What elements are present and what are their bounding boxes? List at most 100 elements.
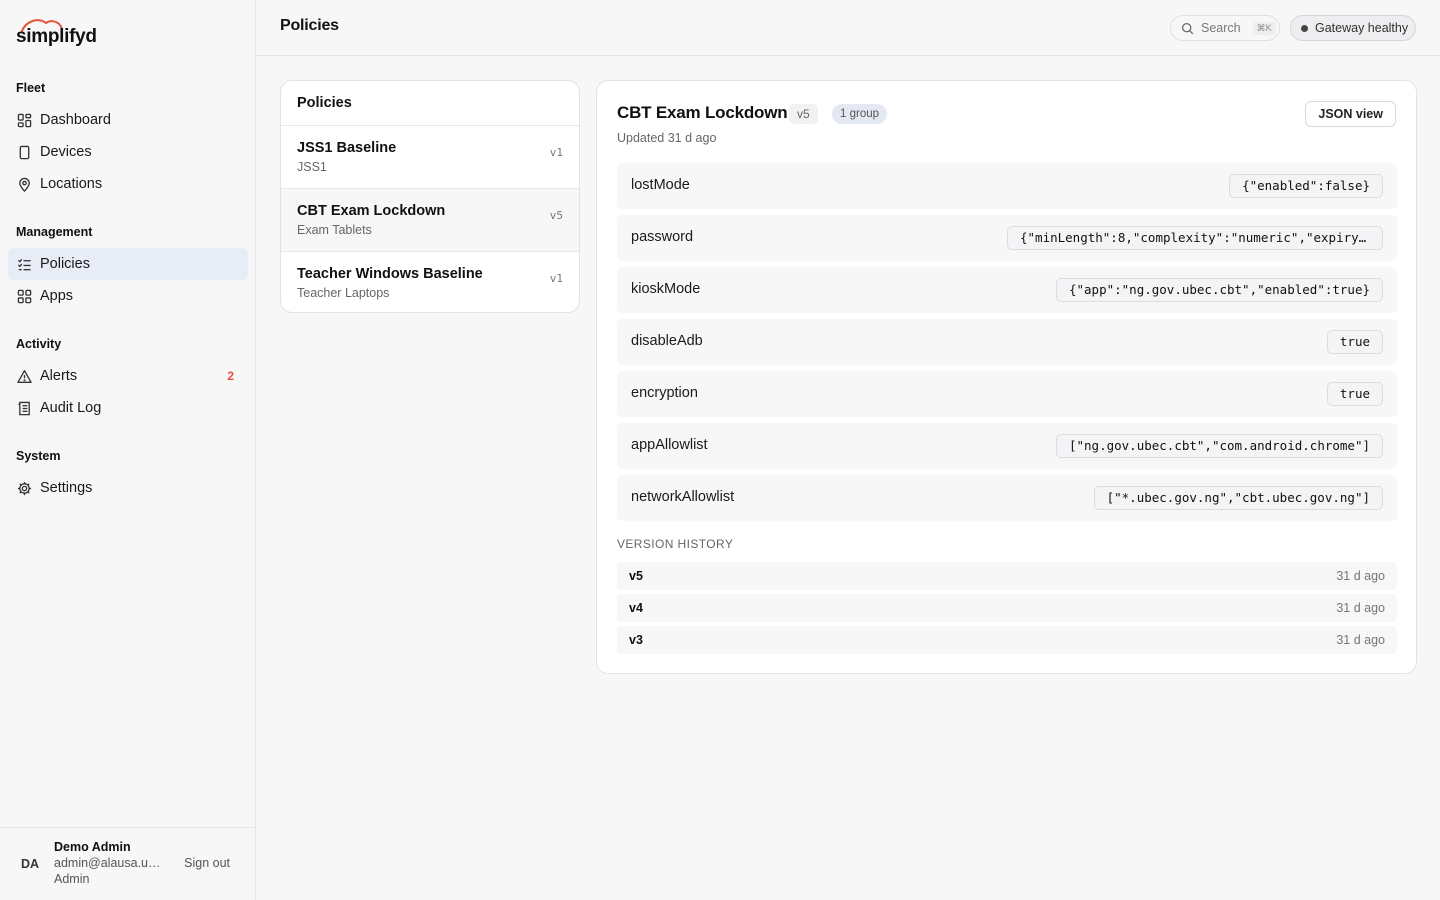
setting-key: networkAllowlist [631,489,735,505]
nav-heading: System [16,449,61,463]
setting-value: {"enabled":false} [1229,174,1383,198]
nav-heading: Fleet [16,81,46,95]
setting-key: encryption [631,385,698,401]
policy-name: JSS1 Baseline [297,140,397,156]
policy-settings-list: lostMode {"enabled":false} password {"mi… [617,163,1397,527]
policy-group: Teacher Laptops [297,286,390,300]
nav-section-system: System Settings [0,446,256,504]
history-time: 31 d ago [1336,633,1385,647]
sidebar-item-label: Apps [40,288,74,304]
sidebar-item-label: Audit Log [40,400,102,416]
audit-log-icon [16,400,32,416]
dashboard-icon [16,112,32,128]
search-button[interactable]: Search ⌘K [1170,15,1280,41]
policy-list-item[interactable]: CBT Exam Lockdown Exam Tablets v5 [281,189,579,252]
sidebar-item-locations[interactable]: Locations [8,168,248,200]
policy-group: JSS1 [297,160,327,174]
page-title: Policies [280,17,339,34]
brand-logo[interactable]: simplifyd [16,18,97,50]
sidebar-item-dashboard[interactable]: Dashboard [8,104,248,136]
sidebar-item-policies[interactable]: Policies [8,248,248,280]
brand-name: simplifyd [16,26,97,47]
policy-detail-card: CBT Exam Lockdown v5 1 group Updated 31 … [596,80,1417,674]
sidebar-item-audit-log[interactable]: Audit Log [8,392,248,424]
setting-row: appAllowlist ["ng.gov.ubec.cbt","com.and… [617,423,1397,469]
policy-group: Exam Tablets [297,223,372,237]
version-history-row[interactable]: v5 31 d ago [617,562,1397,590]
version-history-list: v5 31 d ago v4 31 d ago v3 31 d ago [617,562,1397,658]
alert-triangle-icon [16,368,32,384]
setting-value: {"app":"ng.gov.ubec.cbt","enabled":true} [1055,278,1383,302]
sidebar-item-apps[interactable]: Apps [8,280,248,312]
nav-section-management: Management Policies Apps [0,222,256,312]
search-label: Search [1201,21,1241,35]
version-history-row[interactable]: v4 31 d ago [617,594,1397,622]
version-history-row[interactable]: v3 31 d ago [617,626,1397,654]
json-view-button[interactable]: JSON view [1305,101,1396,127]
sidebar-item-settings[interactable]: Settings [8,472,248,504]
policy-name: CBT Exam Lockdown [297,203,446,219]
sidebar: simplifyd Fleet Dashboard Devices Locati… [0,0,256,900]
version-badge: v5 [789,104,818,124]
setting-row: disableAdb true [617,319,1397,365]
history-time: 31 d ago [1336,569,1385,583]
sidebar-item-label: Settings [40,480,93,496]
setting-row: networkAllowlist ["*.ubec.gov.ng","cbt.u… [617,475,1397,521]
apps-grid-icon [16,288,32,304]
setting-row: lostMode {"enabled":false} [617,163,1397,209]
policy-list-item[interactable]: Teacher Windows Baseline Teacher Laptops… [281,252,579,312]
version-history-heading: VERSION HISTORY [617,537,734,551]
user-name: Demo Admin [54,840,131,854]
policy-version: v1 [549,272,563,285]
search-icon [1181,22,1194,34]
setting-row: encryption true [617,371,1397,417]
sidebar-item-label: Policies [40,256,90,272]
sidebar-item-label: Dashboard [40,112,111,128]
policies-icon [16,256,32,272]
setting-value: true [1326,382,1383,406]
setting-value: {"minLength":8,"complexity":"numeric","e… [1007,226,1383,250]
sidebar-item-devices[interactable]: Devices [8,136,248,168]
setting-key: password [631,229,694,245]
setting-value: true [1326,330,1383,354]
sidebar-item-label: Devices [40,144,92,160]
sidebar-item-label: Alerts [40,368,78,384]
setting-row: password {"minLength":8,"complexity":"nu… [617,215,1397,261]
policy-title: CBT Exam Lockdown [617,103,788,122]
user-role: Admin [54,872,90,886]
setting-key: appAllowlist [631,437,708,453]
nav-section-fleet: Fleet Dashboard Devices Locations [0,78,256,200]
setting-key: disableAdb [631,333,703,349]
gateway-status-badge[interactable]: Gateway healthy [1290,15,1416,41]
user-block: DA Demo Admin admin@alausa.ub... Admin S… [0,827,256,900]
avatar[interactable]: DA [14,848,46,880]
policy-version: v5 [549,209,563,222]
setting-value: ["*.ubec.gov.ng","cbt.ubec.gov.ng"] [1093,486,1383,510]
setting-key: kioskMode [631,281,701,297]
policies-list-card: Policies JSS1 Baseline JSS1 v1 CBT Exam … [280,80,580,313]
policy-name: Teacher Windows Baseline [297,266,483,282]
gateway-status-label: Gateway healthy [1315,21,1409,35]
history-time: 31 d ago [1336,601,1385,615]
setting-row: kioskMode {"app":"ng.gov.ubec.cbt","enab… [617,267,1397,313]
policy-list-item[interactable]: JSS1 Baseline JSS1 v1 [281,126,579,189]
history-version: v5 [629,569,643,583]
sidebar-item-label: Locations [40,176,103,192]
status-dot-icon [1301,24,1308,32]
nav-heading: Activity [16,337,62,351]
alert-count-badge: 2 [227,369,234,383]
group-count-badge[interactable]: 1 group [832,104,888,124]
history-version: v3 [629,633,643,647]
device-icon [16,144,32,160]
setting-value: ["ng.gov.ubec.cbt","com.android.chrome"] [1055,434,1383,458]
main-content: Policies Search ⌘K Gateway healthy Polic… [256,0,1440,900]
gear-icon [16,480,32,496]
sign-out-button[interactable]: Sign out [184,856,230,870]
nav-section-activity: Activity Alerts 2 Audit Log [0,334,256,424]
sidebar-item-alerts[interactable]: Alerts 2 [8,360,248,392]
policy-version: v1 [549,146,563,159]
policies-list-header: Policies [281,81,579,126]
location-pin-icon [16,176,32,192]
top-bar: Policies Search ⌘K Gateway healthy [256,0,1440,56]
user-email: admin@alausa.ub... [54,856,162,870]
